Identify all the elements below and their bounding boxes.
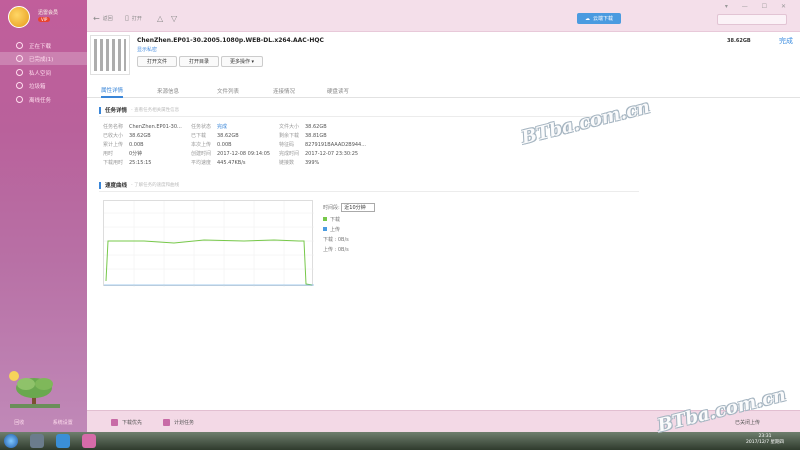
priority-icon (111, 418, 118, 426)
kv-received: 已收大小 38.62GB (103, 133, 151, 139)
open-button[interactable]: ▯ 打开 (125, 14, 142, 22)
top-toolbar: ← 返回 ▯ 打开 △ ▽ ☁ 云端下载 ▾ — ☐ ✕ (87, 0, 800, 32)
user-avatar[interactable] (8, 6, 30, 28)
tab-source[interactable]: 来源信息 (157, 84, 179, 98)
document-icon: ▯ (125, 14, 129, 22)
sidebar-item-label: 离线任务 (29, 97, 52, 104)
settings-link[interactable]: 系统设置 (53, 419, 73, 426)
qr-code-icon[interactable] (90, 35, 130, 75)
kv-task-name: 任务名称 ChenZhen.EP01-30... (103, 124, 182, 130)
kv-file-size: 文件大小 38.62GB (279, 124, 327, 130)
sidebar-item-label: 正在下载 (29, 43, 52, 50)
recycle-link[interactable]: 回收 (14, 419, 24, 426)
duration-select[interactable]: 近10分钟 (341, 203, 376, 212)
sidebar-item-trash[interactable]: 垃圾箱 (0, 79, 87, 92)
cloud-icon: ☁ (584, 15, 590, 22)
search-input[interactable] (717, 14, 787, 25)
kv-downloaded: 已下载 38.62GB (191, 133, 239, 139)
statusbar-download-priority[interactable]: 下载优先 (111, 416, 142, 428)
chat-app-icon[interactable] (30, 434, 44, 448)
kv-hash: 特征码 8279191BAAAD2B944... (279, 142, 367, 148)
kv-download-time: 下载用时 25:15:15 (103, 160, 152, 166)
speed-curve-heading: 速度曲线 - 了解任务的速度和曲线 (99, 181, 179, 189)
kv-created: 创建时间 2017-12-08 09:14:05 (191, 151, 271, 157)
statusbar-scheduled[interactable]: 计划任务 (163, 416, 194, 428)
sidebar-item-offline[interactable]: 离线任务 (0, 93, 87, 106)
download-legend-icon (323, 217, 327, 221)
kv-task-status: 任务状态 完成 (191, 124, 228, 130)
speed-legend: 时间段: 近10分钟 下载 上传 下载 : 0B/s 上传 : 0B/s (323, 203, 376, 253)
sidebar-item-downloading[interactable]: 正在下载 (0, 39, 87, 52)
arrow-left-icon: ← (93, 14, 100, 23)
sidebar-item-label: 垃圾箱 (29, 83, 46, 90)
show-private-link[interactable]: 显示私密 (137, 46, 157, 53)
more-actions-button[interactable]: 更多操作 ▾ (221, 56, 263, 67)
cloud-icon (16, 96, 23, 103)
download-speed-line (105, 239, 313, 286)
download-icon (16, 42, 23, 49)
kv-connections: 链接数 399% (279, 160, 320, 166)
windows-taskbar: 23:31 2017/12/7 星期四 (0, 432, 800, 450)
kv-completed: 完成时间 2017-12-07 23:30:25 (279, 151, 359, 157)
kv-duration: 用时 0分钟 (103, 151, 143, 157)
detail-tabs: 属性详情 来源信息 文件列表 连接情况 硬盘读写 (87, 84, 800, 98)
upload-legend-icon (323, 227, 327, 231)
kv-total-upload: 累计上传 0.00B (103, 142, 144, 148)
tab-connections[interactable]: 连接情况 (273, 84, 295, 98)
lock-icon (16, 69, 23, 76)
window-controls[interactable]: ▾ — ☐ ✕ (725, 3, 792, 10)
file-name: ChenZhen.EP01-30.2005.1080p.WEB-DL.x264.… (137, 37, 324, 44)
sidebar: 迅雷会员 VIP 正在下载 已完成(1) 私人空间 垃圾箱 离线任务 回收 系统… (0, 0, 87, 432)
start-button-icon[interactable] (4, 434, 18, 448)
task-details-heading: 任务详情 - 查看任务相关属性信息 (99, 106, 179, 114)
file-size: 38.62GB (727, 38, 751, 44)
tree-decoration-icon (9, 371, 60, 408)
move-up-icon[interactable]: △ (157, 14, 163, 23)
open-file-button[interactable]: 打开文件 (137, 56, 177, 67)
sidebar-item-completed[interactable]: 已完成(1) (0, 52, 87, 65)
kv-remaining: 剩余下载 38.81GB (279, 133, 327, 139)
trash-icon (16, 82, 23, 89)
download-speed-value: 下载 : 0B/s (323, 237, 349, 243)
vip-badge: VIP (38, 17, 51, 22)
sidebar-item-label: 私人空间 (29, 70, 52, 77)
move-down-icon[interactable]: ▽ (171, 14, 177, 23)
tab-disk[interactable]: 硬盘读写 (327, 84, 349, 98)
thunder-app-icon[interactable] (82, 434, 96, 448)
open-folder-button[interactable]: 打开目录 (179, 56, 219, 67)
status-done: 完成 (779, 37, 793, 45)
cloud-download-button[interactable]: ☁ 云端下载 (577, 13, 621, 24)
sidebar-footer: 回收 系统设置 (0, 414, 87, 430)
sidebar-item-label: 已完成(1) (29, 56, 54, 63)
task-detail-panel: ChenZhen.EP01-30.2005.1080p.WEB-DL.x264.… (87, 32, 800, 410)
upload-closed-status[interactable]: 已关闭上传 (735, 416, 760, 428)
kv-avg-speed: 平均速度 445.47KB/s (191, 160, 246, 166)
bird-app-icon[interactable] (56, 434, 70, 448)
upload-speed-value: 上传 : 0B/s (323, 247, 349, 253)
username[interactable]: 迅雷会员 (38, 9, 58, 16)
sidebar-item-private[interactable]: 私人空间 (0, 66, 87, 79)
check-icon (16, 55, 23, 62)
system-clock[interactable]: 23:31 2017/12/7 星期四 (746, 434, 784, 446)
back-button[interactable]: ← 返回 (93, 14, 113, 23)
speed-chart-svg (104, 201, 314, 287)
schedule-icon (163, 418, 170, 426)
tab-properties[interactable]: 属性详情 (101, 84, 124, 98)
kv-session-upload: 本次上传 0.00B (191, 142, 232, 148)
speed-chart (103, 200, 314, 287)
tab-files[interactable]: 文件列表 (217, 84, 239, 98)
